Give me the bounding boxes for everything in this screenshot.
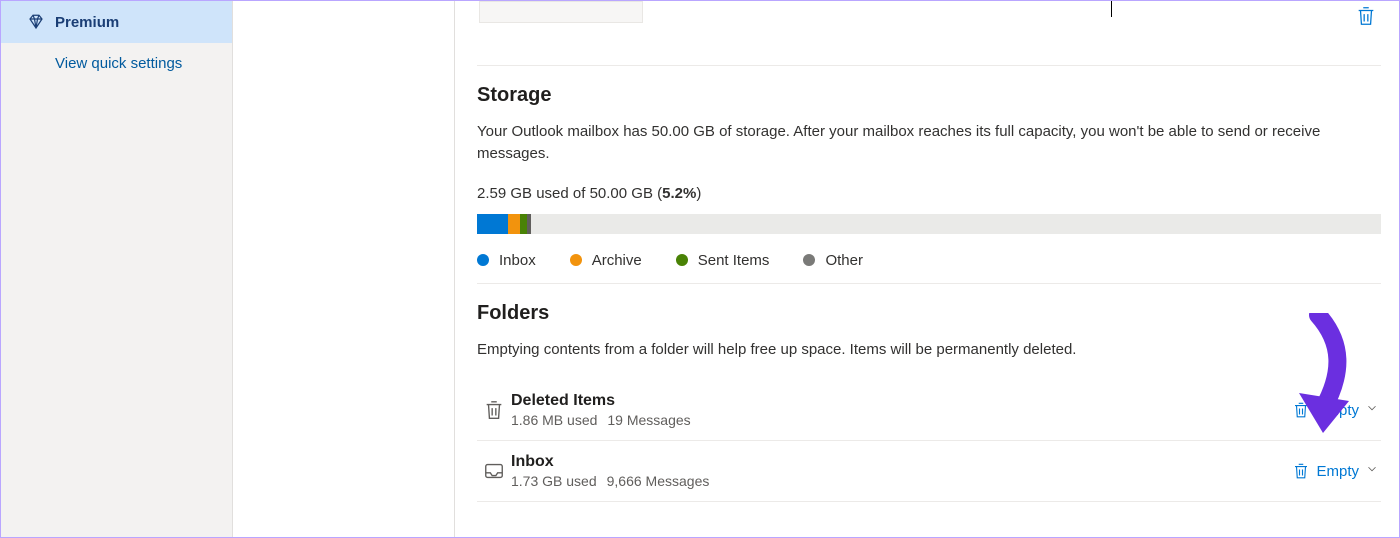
trash-icon [1292, 401, 1310, 419]
dot-icon [676, 254, 688, 266]
trash-icon [1355, 5, 1377, 27]
signature-preview [479, 1, 643, 23]
storage-bar-inbox [477, 214, 508, 234]
chevron-down-icon [1365, 401, 1379, 419]
storage-bar [477, 214, 1381, 234]
chevron-down-icon [1365, 462, 1379, 480]
storage-legend: Inbox Archive Sent Items Other [477, 252, 1381, 269]
settings-sidebar: Premium View quick settings [1, 1, 233, 537]
inbox-icon [477, 460, 511, 482]
settings-content: Storage Your Outlook mailbox has 50.00 G… [455, 1, 1399, 537]
legend-inbox: Inbox [477, 252, 536, 269]
text-caret [1111, 1, 1112, 17]
legend-archive: Archive [570, 252, 642, 269]
folder-meta: 1.86 MB used19 Messages [511, 412, 1290, 428]
dot-icon [570, 254, 582, 266]
trash-icon [477, 399, 511, 421]
storage-bar-archive [508, 214, 520, 234]
folder-info: Deleted Items 1.86 MB used19 Messages [511, 392, 1290, 428]
legend-other: Other [803, 252, 863, 269]
sidebar-item-label: Premium [55, 14, 119, 31]
divider [477, 283, 1381, 284]
sidebar-item-premium[interactable]: Premium [1, 1, 232, 43]
folder-row-deleted-items: Deleted Items 1.86 MB used19 Messages Em… [477, 380, 1381, 441]
divider [477, 65, 1381, 66]
diamond-icon [25, 13, 47, 31]
sidebar-item-quick-settings[interactable]: View quick settings [1, 43, 232, 83]
folder-meta: 1.73 GB used9,666 Messages [511, 473, 1290, 489]
legend-sent: Sent Items [676, 252, 770, 269]
dot-icon [477, 254, 489, 266]
folder-row-inbox: Inbox 1.73 GB used9,666 Messages Empty [477, 441, 1381, 502]
folder-info: Inbox 1.73 GB used9,666 Messages [511, 453, 1290, 489]
storage-description: Your Outlook mailbox has 50.00 GB of sto… [477, 121, 1381, 165]
preview-column [233, 1, 455, 537]
folders-heading: Folders [477, 302, 1381, 325]
folders-description: Emptying contents from a folder will hel… [477, 339, 1381, 361]
storage-bar-other [527, 214, 531, 234]
dot-icon [803, 254, 815, 266]
trash-icon [1292, 462, 1310, 480]
folder-name: Inbox [511, 453, 1290, 471]
storage-usage-text: 2.59 GB used of 50.00 GB (5.2%) [477, 185, 1381, 202]
delete-signature-button[interactable] [1351, 1, 1381, 34]
storage-heading: Storage [477, 84, 1381, 107]
empty-folder-button[interactable]: Empty [1290, 458, 1381, 484]
storage-bar-sent [520, 214, 527, 234]
sidebar-item-label: View quick settings [55, 55, 182, 72]
empty-folder-button[interactable]: Empty [1290, 397, 1381, 423]
folder-name: Deleted Items [511, 392, 1290, 410]
